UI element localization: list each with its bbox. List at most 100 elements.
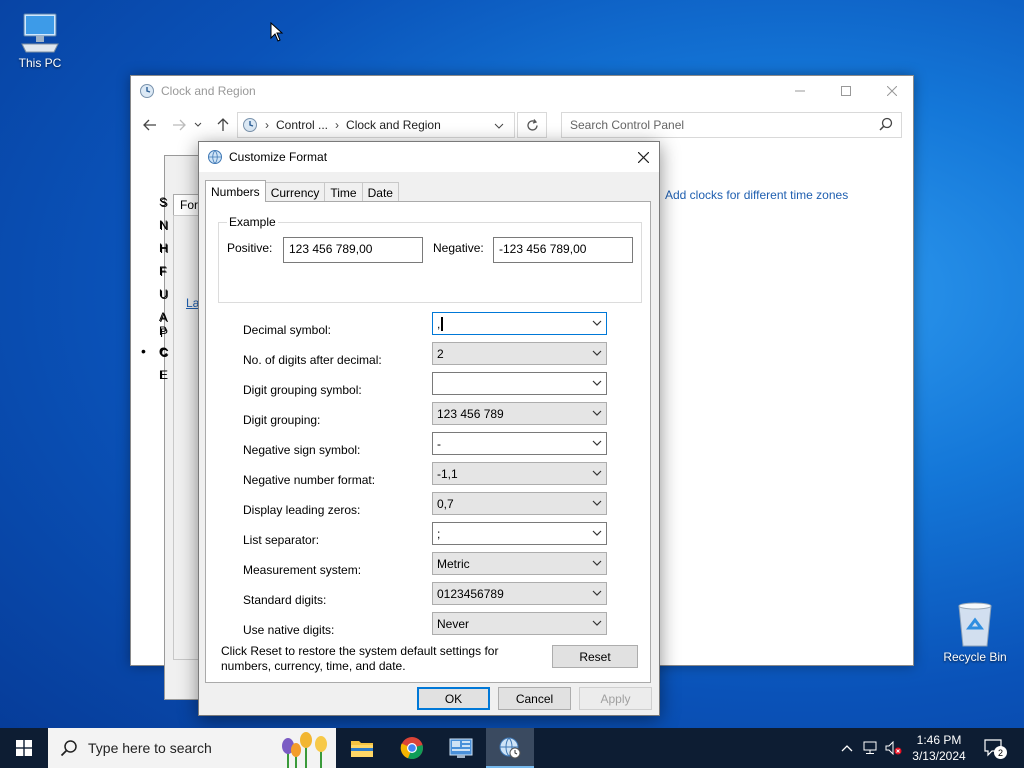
maximize-icon [841,86,851,96]
leading-zeros-value: 0,7 [437,496,454,511]
chevron-down-icon [592,350,602,356]
chevron-down-icon [592,560,602,566]
volume-muted-icon [885,741,902,755]
example-group: Example Positive: 123 456 789,00 Negativ… [218,215,642,303]
clock-date: 3/13/2024 [912,749,966,763]
notification-count-badge: 2 [994,746,1007,759]
network-icon [863,741,877,754]
region-letter-a: A [159,310,168,324]
list-separator-combo[interactable]: ; [432,522,607,545]
chevron-down-icon [592,410,602,416]
tab-date[interactable]: Date [361,182,399,202]
native-digits-select[interactable]: Never [432,612,607,635]
tray-volume-button[interactable] [883,728,905,768]
negative-sign-symbol-label: Negative sign symbol: [243,443,361,457]
taskbar-clock-region-app[interactable] [486,728,534,768]
tray-show-hidden-button[interactable] [837,728,857,768]
up-button[interactable] [211,114,235,136]
taskbar-settings-app[interactable] [437,728,485,768]
bullet-icon: • [141,343,146,359]
digit-grouping-label: Digit grouping: [243,413,321,427]
arrow-right-icon [173,119,186,131]
negative-number-format-select[interactable]: -1,1 [432,462,607,485]
refresh-icon [526,118,538,131]
chevron-down-icon [592,530,602,536]
region-letter-h: H [159,241,168,255]
tab-time[interactable]: Time [324,182,363,202]
navigation-bar: › Control ... › Clock and Region Search … [131,110,913,140]
region-letter-c: C [159,345,168,359]
standard-digits-label: Standard digits: [243,593,327,607]
list-separator-value: ; [437,526,441,541]
ok-button[interactable]: OK [417,687,490,710]
digits-after-decimal-select[interactable]: 2 [432,342,607,365]
decimal-symbol-label: Decimal symbol: [243,323,332,337]
forward-button[interactable] [167,114,191,136]
chevron-up-icon [841,745,853,752]
digit-grouping-select[interactable]: 123 456 789 [432,402,607,425]
standard-digits-select[interactable]: 0123456789 [432,582,607,605]
native-digits-value: Never [437,616,470,631]
address-bar[interactable]: › Control ... › Clock and Region [237,112,515,138]
taskbar-clock[interactable]: 1:46 PM 3/13/2024 [906,732,972,764]
reset-button[interactable]: Reset [552,645,638,668]
breadcrumb-control-panel[interactable]: Control ... [276,118,328,132]
tulips-decoration-icon [282,732,327,768]
minimize-button[interactable] [777,76,823,106]
maximize-button[interactable] [823,76,869,106]
taskbar-file-explorer[interactable] [338,728,386,768]
start-button[interactable] [0,728,48,768]
control-panel-title: Clock and Region [161,84,256,98]
recycle-bin-icon [958,602,992,647]
negative-number-format-label: Negative number format: [243,473,376,487]
dialog-close-button[interactable] [627,142,659,172]
close-window-button[interactable] [869,76,915,106]
region-letter-p: P [159,324,168,338]
refresh-button[interactable] [517,112,547,138]
search-control-panel-input[interactable]: Search Control Panel [561,112,902,138]
breadcrumb-separator-icon: › [335,118,340,132]
reset-description: Click Reset to restore the system defaul… [221,644,499,673]
negative-label: Negative: [433,241,484,255]
leading-zeros-label: Display leading zeros: [243,503,361,517]
globe-clock-icon [499,737,521,759]
add-clocks-link[interactable]: Add clocks for different time zones [665,188,848,202]
breadcrumb-clock-region[interactable]: Clock and Region [346,118,441,132]
back-button[interactable] [138,114,162,136]
control-panel-app-icon [449,738,473,758]
taskbar-search-box[interactable]: Type here to search [48,728,336,768]
positive-example-field: 123 456 789,00 [283,237,423,263]
computer-icon [21,13,59,53]
windows-logo-icon [16,740,32,756]
format-tabs: Numbers Currency Time Date [205,180,399,202]
apply-button[interactable]: Apply [579,687,652,710]
clock-region-icon [140,84,154,98]
taskbar-chrome[interactable] [388,728,436,768]
example-legend: Example [227,215,278,229]
this-pc-label: This PC [18,56,62,70]
recycle-bin-desktop-icon[interactable]: Recycle Bin [937,602,1013,664]
negative-sign-symbol-value: - [437,436,441,451]
negative-sign-symbol-combo[interactable]: - [432,432,607,455]
recycle-bin-label: Recycle Bin [943,650,1007,664]
tab-currency[interactable]: Currency [264,182,326,202]
this-pc-desktop-icon[interactable]: This PC [2,10,78,70]
decimal-symbol-combo[interactable]: , [432,312,607,335]
tab-numbers[interactable]: Numbers [205,180,266,202]
leading-zeros-select[interactable]: 0,7 [432,492,607,515]
chevron-down-icon [592,440,602,446]
search-icon [60,740,77,757]
digit-grouping-symbol-combo[interactable] [432,372,607,395]
negative-number-format-value: -1,1 [437,466,458,481]
negative-example-field: -123 456 789,00 [493,237,633,263]
dialog-titlebar: Customize Format [199,142,659,172]
measurement-system-select[interactable]: Metric [432,552,607,575]
clock-time: 1:46 PM [916,733,962,747]
chevron-down-icon [592,590,602,596]
recent-locations-button[interactable] [191,114,205,136]
cancel-button[interactable]: Cancel [498,687,571,710]
chevron-down-icon[interactable] [494,123,504,129]
globe-clock-icon [208,150,222,164]
tray-network-button[interactable] [860,728,882,768]
action-center-button[interactable]: 2 [978,728,1010,768]
